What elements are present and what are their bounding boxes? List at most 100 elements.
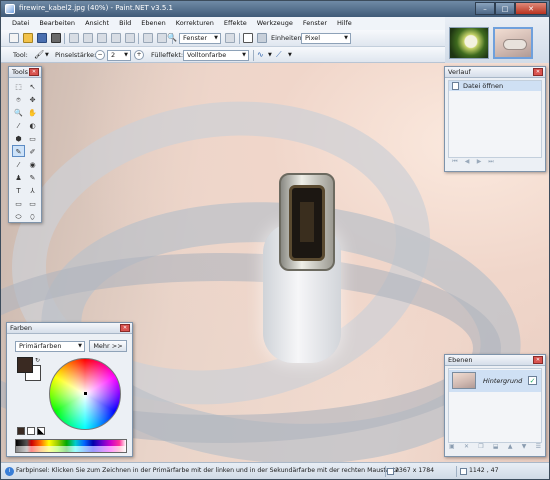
ruler-icon[interactable] [257,33,267,43]
merge-layer-icon[interactable]: ⬓ [493,443,499,453]
minus-icon[interactable]: − [95,50,105,60]
rect-select-tool[interactable]: ⬚ [12,80,25,92]
clone-stamp-tool[interactable]: ♟ [12,171,25,183]
layer-row[interactable]: Hintergrund ✓ [449,370,541,392]
menu-korrekturen[interactable]: Korrekturen [171,17,219,30]
move-layer-up-icon[interactable]: ▲ [508,443,513,453]
freeform-shape-tool[interactable]: ⬯ [26,210,39,222]
new-file-icon[interactable] [9,33,19,43]
zoom-in-icon[interactable] [225,33,235,43]
menu-effekte[interactable]: Effekte [219,17,252,30]
rewind-icon[interactable]: ⏮ [449,158,461,168]
chevron-down-icon[interactable]: ▼ [288,47,292,63]
gradient-tool[interactable]: ▭ [26,132,39,144]
magic-wand-tool[interactable]: ⁄ [12,119,25,131]
plus-icon[interactable]: + [134,50,144,60]
rectangle-tool[interactable]: ▭ [12,197,25,209]
menu-ebenen[interactable]: Ebenen [136,17,170,30]
move-tool[interactable]: ↖ [26,80,39,92]
menu-werkzeuge[interactable]: Werkzeuge [252,17,298,30]
lasso-tool[interactable]: ⌾ [12,93,25,105]
close-icon[interactable]: ✕ [120,324,130,332]
zoom-tool[interactable]: 🔍 [12,106,25,118]
close-icon[interactable]: ✕ [533,68,543,76]
pencil-tool[interactable]: ⁄ [12,158,25,170]
grid-icon[interactable] [243,33,253,43]
eraser-tool[interactable]: ✐ [26,145,39,157]
color-palette[interactable] [15,439,127,453]
move-selection-tool[interactable]: ✥ [26,93,39,105]
menu-bar: Datei Bearbeiten Ansicht Bild Ebenen Kor… [1,17,445,30]
menu-hilfe[interactable]: Hilfe [332,17,357,30]
brush-width-input[interactable]: 2 ▼ [107,50,131,61]
menu-fenster[interactable]: Fenster [298,17,332,30]
layer-thumbnail [452,372,476,389]
pan-tool[interactable]: ✋ [26,106,39,118]
chevron-down-icon[interactable]: ▼ [45,47,49,63]
close-button[interactable]: ✕ [515,2,547,15]
close-icon[interactable]: ✕ [533,356,543,364]
color-mode-select[interactable]: Primärfarben ▼ [15,341,85,352]
zoom-select[interactable]: Fenster ▼ [179,33,221,44]
cursor-position: 1142 , 47 [469,467,499,474]
mini-secondary-swatch[interactable] [27,427,35,435]
paint-bucket-tool[interactable]: ⬢ [12,132,25,144]
save-icon[interactable] [37,33,47,43]
mini-primary-swatch[interactable] [17,427,25,435]
image-thumbnail-flower[interactable] [449,27,489,59]
zoom-value: Fenster [183,34,208,42]
antialias-icon[interactable]: ∿ [257,50,267,60]
crop-icon[interactable] [111,33,121,43]
redo-icon[interactable] [157,33,167,43]
menu-ansicht[interactable]: Ansicht [80,17,114,30]
primary-color-swatch[interactable] [17,357,33,373]
cut-icon[interactable] [69,33,79,43]
duplicate-layer-icon[interactable]: ❐ [478,443,483,453]
undo-icon[interactable] [143,33,153,43]
chevron-down-icon[interactable]: ▼ [268,47,272,63]
colors-panel: Farben ✕ Primärfarben ▼ Mehr >> ↻ [6,322,133,457]
units-label: Einheiten: [271,34,304,42]
print-icon[interactable] [51,33,61,43]
paste-icon[interactable] [97,33,107,43]
add-layer-icon[interactable]: ▣ [449,443,455,453]
delete-layer-icon[interactable]: ✕ [464,443,469,453]
fill-select[interactable]: Vollton­farbe ▼ [183,50,249,61]
history-list: Datei öffnen [448,80,542,158]
fast-forward-icon[interactable]: ⏭ [485,158,497,168]
close-icon[interactable]: ✕ [29,68,39,76]
layer-properties-icon[interactable]: ☰ [536,443,541,453]
line-tool[interactable]: ⅄ [26,184,39,196]
step-back-icon[interactable]: ◀ [461,158,473,168]
paintbrush-tool[interactable]: ✎ [12,145,25,157]
text-tool[interactable]: T [12,184,25,196]
step-forward-icon[interactable]: ▶ [473,158,485,168]
minimize-button[interactable]: – [475,2,495,15]
ellipse-tool[interactable]: ⬭ [12,210,25,222]
maximize-button[interactable]: □ [495,2,515,15]
reset-colors-icon[interactable] [37,427,45,435]
menu-datei[interactable]: Datei [7,17,34,30]
paintbrush-icon[interactable]: 🖌 [34,50,44,60]
copy-icon[interactable] [83,33,93,43]
chevron-down-icon: ▼ [344,35,348,41]
deselect-icon[interactable] [125,33,135,43]
image-thumbnail-cable[interactable] [493,27,533,59]
checkbox-icon[interactable]: ✓ [528,376,537,385]
menu-bild[interactable]: Bild [114,17,136,30]
ellipse-select-tool[interactable]: ◐ [26,119,39,131]
menu-bearbeiten[interactable]: Bearbeiten [34,17,80,30]
recolor-tool[interactable]: ✎ [26,171,39,183]
units-select[interactable]: Pixel ▼ [301,33,351,44]
more-colors-button[interactable]: Mehr >> [89,340,127,352]
open-file-icon[interactable] [23,33,33,43]
history-item[interactable]: Datei öffnen [449,81,541,91]
layer-name: Hintergrund [483,377,523,385]
image-dimensions: 2367 x 1784 [395,467,435,474]
blend-mode-icon[interactable]: ⟋ [276,50,286,60]
history-panel-title: Verlauf [445,67,545,78]
swap-colors-icon[interactable]: ↻ [35,357,40,364]
move-layer-down-icon[interactable]: ▼ [522,443,527,453]
rounded-rectangle-tool[interactable]: ▭ [26,197,39,209]
color-picker-tool[interactable]: ◉ [26,158,39,170]
